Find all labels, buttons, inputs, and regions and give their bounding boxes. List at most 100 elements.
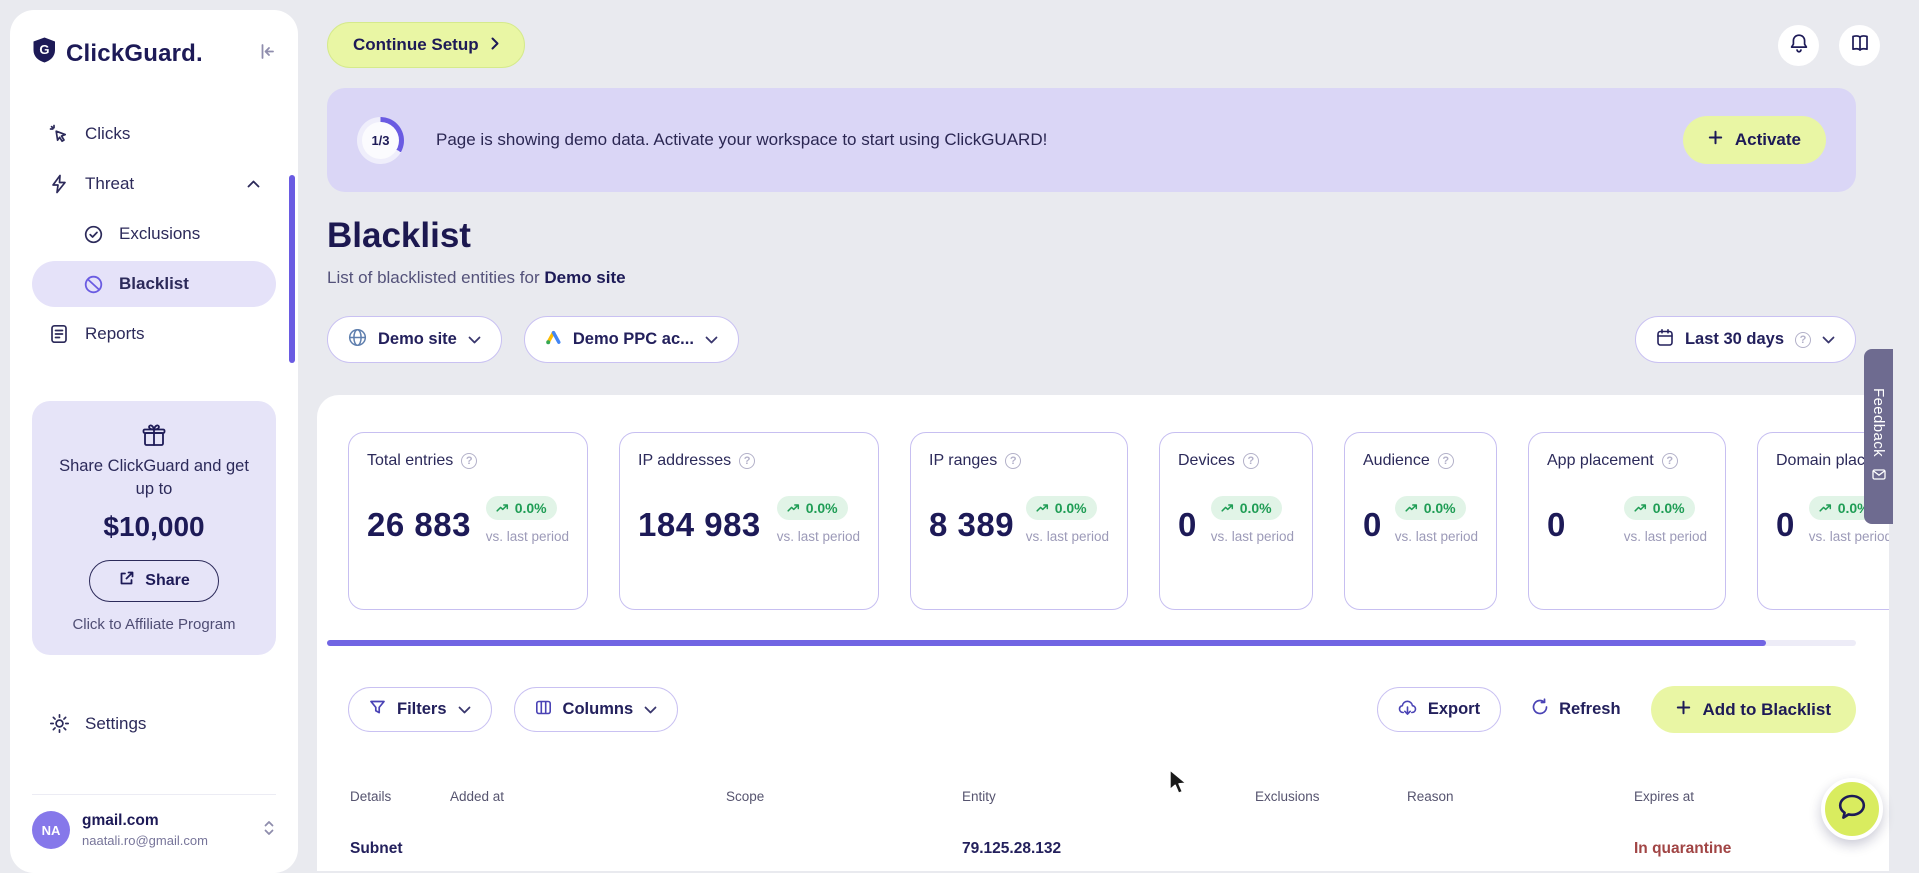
stat-value: 184 983 xyxy=(638,506,761,543)
stats-cards-row: Total entries? 26 883 0.0% vs. last peri… xyxy=(317,395,1889,610)
user-info: gmail.com naatali.ro@gmail.com xyxy=(82,812,208,848)
chat-widget-button[interactable] xyxy=(1821,778,1883,840)
user-account[interactable]: NA gmail.com naatali.ro@gmail.com xyxy=(32,794,276,849)
cell-reason xyxy=(1407,840,1634,858)
cell-added-at xyxy=(450,840,726,858)
stat-sub: vs. last period xyxy=(1210,529,1294,544)
sidebar-collapse-icon[interactable] xyxy=(257,42,276,66)
notifications-button[interactable] xyxy=(1778,25,1819,66)
sidebar-item-clicks[interactable]: Clicks xyxy=(32,111,276,157)
help-icon[interactable]: ? xyxy=(1242,453,1259,469)
trend-value: 0.0% xyxy=(1239,500,1272,516)
sidebar-item-threat[interactable]: Threat xyxy=(32,161,276,207)
columns-label: Columns xyxy=(562,700,634,718)
refresh-label: Refresh xyxy=(1559,700,1621,718)
chevron-down-icon xyxy=(468,330,481,349)
stat-label: Domain placement xyxy=(1776,452,1868,469)
trend-up-icon xyxy=(1819,500,1832,516)
feedback-tab[interactable]: Feedback xyxy=(1864,349,1893,524)
trend-up-icon xyxy=(787,500,800,516)
column-header-added-at[interactable]: Added at xyxy=(450,789,726,804)
resources-button[interactable] xyxy=(1839,25,1880,66)
filters-dropdown[interactable]: Filters xyxy=(348,687,492,732)
svg-text:G: G xyxy=(39,42,49,57)
share-button[interactable]: Share xyxy=(89,559,219,602)
bell-icon xyxy=(1789,33,1809,59)
ppc-account-value: Demo PPC ac... xyxy=(572,330,694,348)
help-icon[interactable]: ? xyxy=(739,453,756,469)
promo-amount: $10,000 xyxy=(103,510,205,542)
site-selector-value: Demo site xyxy=(378,330,457,348)
help-icon[interactable]: ? xyxy=(1005,453,1022,469)
clickguard-logo: G ClickGuard. xyxy=(32,36,203,71)
sidebar-item-reports[interactable]: Reports xyxy=(32,311,276,357)
help-icon[interactable]: ? xyxy=(1437,453,1454,469)
date-range-value: Last 30 days xyxy=(1684,330,1784,348)
topbar: Continue Setup xyxy=(327,0,1919,68)
activate-button[interactable]: Activate xyxy=(1682,116,1826,164)
help-icon[interactable]: ? xyxy=(1795,331,1811,348)
stat-sub: vs. last period xyxy=(776,529,860,544)
stat-sub: vs. last period xyxy=(1623,529,1707,544)
table-row[interactable]: Subnet 79.125.28.132 In quarantine xyxy=(317,840,1889,858)
columns-icon xyxy=(535,699,552,721)
stat-value: 0 xyxy=(1547,506,1566,543)
trend-up-icon xyxy=(1221,500,1234,516)
date-range-selector[interactable]: Last 30 days ? xyxy=(1634,316,1856,363)
trend-badge: 0.0% xyxy=(1210,496,1282,520)
blacklist-panel: Total entries? 26 883 0.0% vs. last peri… xyxy=(317,395,1889,871)
column-header-reason[interactable]: Reason xyxy=(1407,789,1634,804)
sidebar-item-blacklist[interactable]: Blacklist xyxy=(32,261,276,307)
stat-card-ip-addresses: IP addresses? 184 983 0.0% vs. last peri… xyxy=(619,432,879,610)
scope-filter-row: Demo site Demo PPC ac... Last 30 days ? xyxy=(327,316,1856,363)
sidebar-item-label: Reports xyxy=(85,324,145,343)
help-icon[interactable]: ? xyxy=(1661,453,1678,469)
calendar-icon xyxy=(1656,328,1674,352)
gear-icon xyxy=(48,713,70,734)
share-label: Share xyxy=(145,571,190,589)
refresh-button[interactable]: Refresh xyxy=(1531,698,1621,721)
stat-card-total-entries: Total entries? 26 883 0.0% vs. last peri… xyxy=(348,432,588,610)
sidebar-item-label: Exclusions xyxy=(119,224,201,243)
continue-setup-button[interactable]: Continue Setup xyxy=(327,22,525,68)
sidebar-nav: Clicks Threat Exclusions Blacklist Repor… xyxy=(32,111,276,357)
affiliate-link[interactable]: Click to Affiliate Program xyxy=(56,615,252,635)
column-header-entity[interactable]: Entity xyxy=(962,789,1255,804)
cloud-download-icon xyxy=(1398,699,1417,721)
help-icon[interactable]: ? xyxy=(461,453,478,469)
promo-text: Share ClickGuard and get up to xyxy=(59,457,249,498)
ppc-account-selector[interactable]: Demo PPC ac... xyxy=(523,316,739,363)
chevron-up-icon[interactable] xyxy=(247,180,260,188)
sidebar-item-exclusions[interactable]: Exclusions xyxy=(32,211,276,257)
stat-value: 8 389 xyxy=(929,506,1015,543)
stat-value: 0 xyxy=(1178,506,1197,543)
book-icon xyxy=(1850,33,1870,58)
page-title: Blacklist xyxy=(327,216,471,255)
account-switcher-icon[interactable] xyxy=(262,819,276,842)
refresh-icon xyxy=(1531,698,1549,721)
column-header-details[interactable]: Details xyxy=(350,789,450,804)
export-button[interactable]: Export xyxy=(1376,687,1502,732)
stat-sub: vs. last period xyxy=(485,529,569,544)
feedback-label: Feedback xyxy=(1870,387,1887,458)
columns-dropdown[interactable]: Columns xyxy=(513,687,679,732)
site-selector[interactable]: Demo site xyxy=(327,316,502,363)
sidebar-item-settings[interactable]: Settings xyxy=(32,701,276,747)
trend-badge: 0.0% xyxy=(1623,496,1695,520)
add-to-blacklist-label: Add to Blacklist xyxy=(1702,699,1831,719)
column-header-scope[interactable]: Scope xyxy=(726,789,962,804)
continue-setup-label: Continue Setup xyxy=(353,35,479,54)
exclusions-icon xyxy=(82,225,104,244)
column-header-exclusions[interactable]: Exclusions xyxy=(1255,789,1407,804)
chevron-down-icon xyxy=(644,700,657,719)
trend-up-icon xyxy=(496,500,509,516)
add-to-blacklist-button[interactable]: Add to Blacklist xyxy=(1650,686,1856,733)
stat-label: App placement xyxy=(1547,452,1654,469)
threat-icon xyxy=(48,174,70,194)
cell-details: Subnet xyxy=(350,840,403,857)
stat-card-audience: Audience? 0 0.0% vs. last period xyxy=(1344,432,1497,610)
banner-message: Page is showing demo data. Activate your… xyxy=(436,130,1048,149)
sidebar-scrollbar[interactable] xyxy=(289,175,295,363)
setup-progress-ring: 1/3 xyxy=(357,116,404,164)
user-name: gmail.com xyxy=(82,812,159,829)
